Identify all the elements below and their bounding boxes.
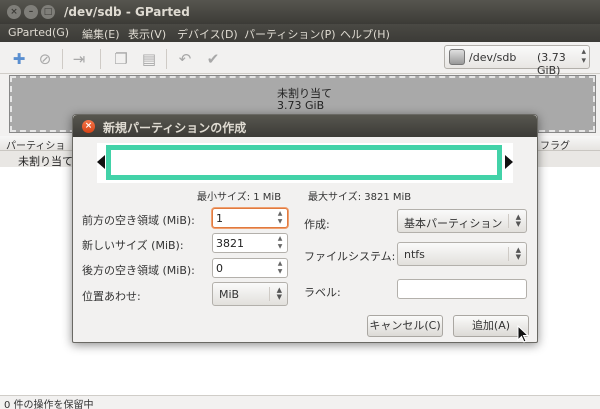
- combo-separator: [508, 247, 509, 261]
- create-as-value: 基本パーティション: [404, 217, 503, 230]
- align-label: 位置あわせ:: [82, 290, 141, 303]
- column-partition[interactable]: パーティショ: [6, 137, 65, 152]
- align-value: MiB: [219, 288, 240, 301]
- paste-icon[interactable]: ▤: [140, 50, 158, 68]
- row-partition-name: 未割り当て: [18, 155, 73, 168]
- min-size-label: 最小サイズ: 1 MiB: [197, 192, 282, 203]
- spin-buttons[interactable]: ▲ ▼: [274, 235, 286, 251]
- spin-down-icon[interactable]: ▼: [274, 268, 286, 276]
- cancel-button[interactable]: キャンセル(C): [367, 315, 443, 337]
- filesystem-combo[interactable]: ntfs ▲ ▼: [397, 242, 527, 266]
- toolbar-separator: [62, 49, 63, 69]
- menu-edit[interactable]: 編集(E): [82, 26, 120, 42]
- partition-size-frame[interactable]: [106, 145, 502, 180]
- spin-down-icon[interactable]: ▼: [274, 218, 286, 226]
- column-flags[interactable]: フラグ: [540, 137, 570, 152]
- free-before-label: 前方の空き領域 (MiB):: [82, 214, 195, 227]
- menubar: GParted(G) 編集(E) 表示(V) デバイス(D) パーティション(P…: [0, 24, 600, 42]
- device-name: /dev/sdb: [469, 51, 517, 64]
- spin-up-icon[interactable]: ▲: [274, 210, 286, 218]
- device-selector[interactable]: /dev/sdb (3.73 GiB) ▴ ▾: [444, 45, 590, 77]
- label-field-label: ラベル:: [304, 286, 341, 299]
- resize-left-handle-icon[interactable]: [97, 155, 105, 169]
- undo-icon[interactable]: ↶: [176, 50, 194, 68]
- dialog-close-icon[interactable]: ×: [82, 120, 95, 133]
- combo-separator: [269, 287, 270, 301]
- partition-resizer[interactable]: [97, 143, 513, 183]
- mouse-cursor-icon: [517, 325, 529, 343]
- dialog-titlebar: × 新規パーティションの作成: [73, 115, 537, 137]
- free-after-input[interactable]: [216, 261, 272, 275]
- resize-move-icon[interactable]: ⇥: [70, 50, 88, 68]
- free-after-spinner[interactable]: ▲▼: [212, 258, 288, 278]
- new-size-input[interactable]: [216, 236, 272, 250]
- copy-icon[interactable]: ❐: [112, 50, 130, 68]
- free-before-input[interactable]: [216, 211, 272, 225]
- statusbar: 0 件の操作を保留中: [0, 395, 600, 409]
- create-as-combo[interactable]: 基本パーティション ▲ ▼: [397, 209, 527, 233]
- chevron-updown-icon: ▲ ▼: [515, 213, 521, 228]
- window-titlebar: × – □ /dev/sdb - GParted: [0, 0, 600, 24]
- apply-icon[interactable]: ✔: [204, 50, 222, 68]
- window-minimize-icon[interactable]: –: [24, 5, 38, 19]
- create-as-label: 作成:: [304, 218, 330, 231]
- menu-help[interactable]: ヘルプ(H): [340, 26, 390, 42]
- new-size-spinner[interactable]: ▲▼: [212, 233, 288, 253]
- new-size-label: 新しいサイズ (MiB):: [82, 239, 184, 252]
- spin-up-icon[interactable]: ▲: [274, 260, 286, 268]
- resize-right-handle-icon[interactable]: [505, 155, 513, 169]
- delete-icon[interactable]: ⊘: [36, 50, 54, 68]
- pending-operations-status: 0 件の操作を保留中: [4, 400, 94, 409]
- label-input[interactable]: [397, 279, 527, 299]
- chevron-updown-icon: ▲ ▼: [276, 286, 282, 301]
- free-after-label: 後方の空き領域 (MiB):: [82, 264, 195, 277]
- window-title: /dev/sdb - GParted: [64, 5, 190, 19]
- window-close-icon[interactable]: ×: [7, 5, 21, 19]
- spin-up-icon[interactable]: ▲: [274, 235, 286, 243]
- dialog-title: 新規パーティションの作成: [103, 121, 247, 135]
- free-before-spinner[interactable]: ▲▼: [212, 208, 288, 228]
- align-combo[interactable]: MiB ▲ ▼: [212, 282, 288, 306]
- chevron-updown-icon: ▲ ▼: [515, 246, 521, 261]
- spin-buttons[interactable]: ▲ ▼: [274, 260, 286, 276]
- unallocated-size: 3.73 GiB: [277, 99, 325, 112]
- max-size-label: 最大サイズ: 3821 MiB: [308, 192, 412, 203]
- menu-device[interactable]: デバイス(D): [177, 26, 238, 42]
- disk-map-label: 未割り当て 3.73 GiB: [277, 88, 332, 112]
- spin-down-icon[interactable]: ▼: [274, 243, 286, 251]
- window-maximize-icon[interactable]: □: [41, 5, 55, 19]
- chevron-updown-icon: ▴ ▾: [581, 47, 586, 66]
- spin-buttons[interactable]: ▲ ▼: [274, 210, 286, 226]
- menu-view[interactable]: 表示(V): [128, 26, 166, 42]
- new-partition-icon[interactable]: ✚: [10, 50, 28, 68]
- menu-partition[interactable]: パーティション(P): [244, 26, 336, 42]
- hard-disk-icon: [449, 49, 465, 65]
- combo-separator: [508, 214, 509, 228]
- new-partition-dialog: × 新規パーティションの作成 最小サイズ: 1 MiB 最大サイズ: 3821 …: [72, 114, 538, 343]
- menu-gparted[interactable]: GParted(G): [8, 26, 69, 39]
- filesystem-label: ファイルシステム:: [304, 250, 396, 263]
- toolbar-separator: [166, 49, 167, 69]
- toolbar-separator: [100, 49, 101, 69]
- filesystem-value: ntfs: [404, 248, 425, 261]
